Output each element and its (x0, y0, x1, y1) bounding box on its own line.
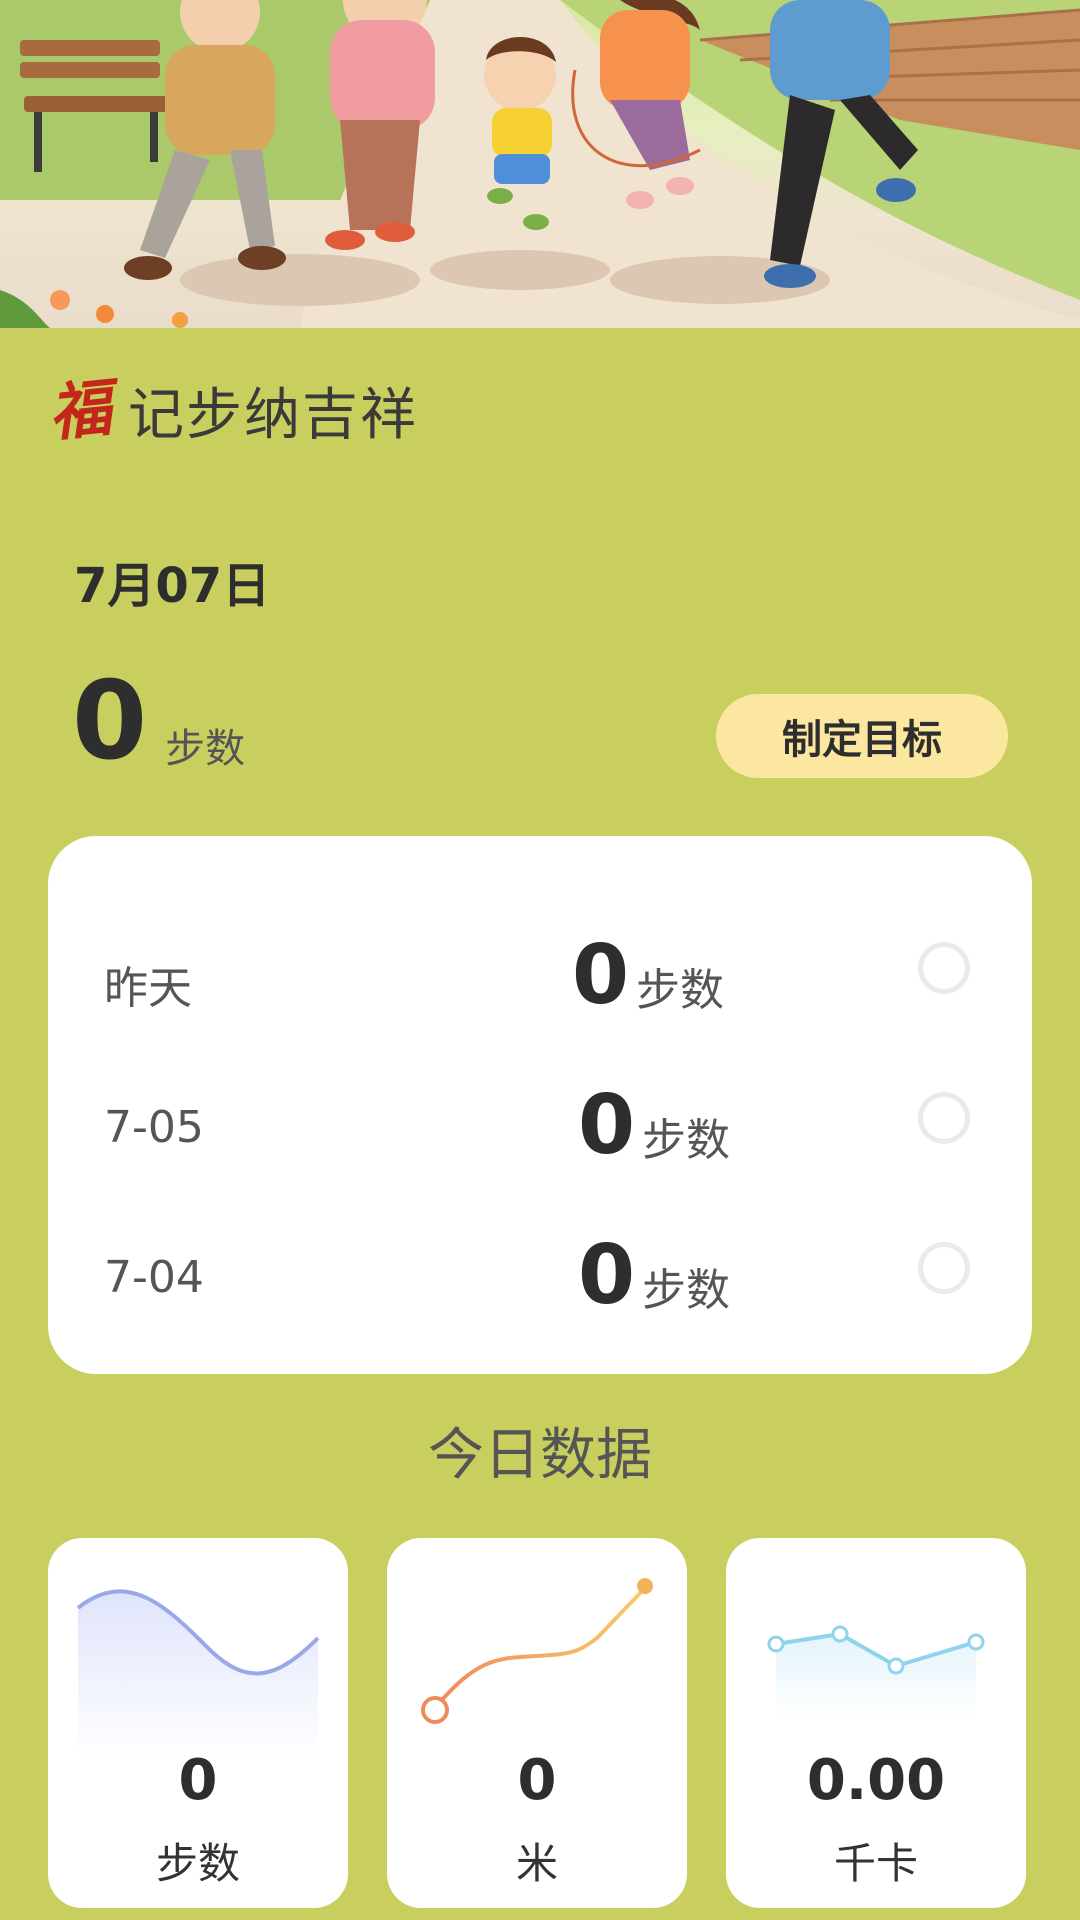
history-check-circle[interactable] (918, 1092, 970, 1144)
stat-value: 0 (517, 1748, 557, 1813)
app-title: 记步纳吉祥 (128, 383, 418, 448)
today-steps: 0 步数 (72, 659, 246, 784)
history-steps: 0 (572, 928, 630, 1023)
fu-logo: 福 (45, 370, 115, 450)
app-header: 福 记步纳吉祥 (45, 370, 418, 451)
stat-unit: 米 (515, 1839, 558, 1888)
today-steps-value: 0 (72, 659, 148, 784)
history-date: 昨天 (104, 963, 192, 1014)
section-title: 今日数据 (428, 1423, 652, 1488)
today-steps-unit: 步数 (165, 726, 246, 772)
history-unit: 步数 (642, 1265, 730, 1316)
hero-illustration (0, 0, 1080, 328)
history-steps: 0 (578, 1228, 636, 1323)
history-row[interactable]: 7-05 0 步数 (48, 1068, 1032, 1188)
calories-stat-card[interactable]: 0.00 千卡 (726, 1538, 1026, 1908)
set-goal-button[interactable]: 制定目标 (716, 694, 1008, 778)
history-unit: 步数 (642, 1115, 730, 1166)
steps-stat-card[interactable]: 0 步数 (48, 1538, 348, 1908)
stat-unit: 千卡 (833, 1839, 918, 1888)
history-card: 昨天 0 步数 7-05 0 步数 7-04 0 步数 (48, 836, 1032, 1374)
distance-stat-card[interactable]: 0 米 (387, 1538, 687, 1908)
today-date: 7月07日 (74, 558, 271, 614)
history-row[interactable]: 7-04 0 步数 (48, 1218, 1032, 1338)
history-steps: 0 (578, 1078, 636, 1173)
stat-value: 0.00 (806, 1748, 946, 1813)
stat-value: 0 (178, 1748, 218, 1813)
history-date: 7-04 (104, 1252, 204, 1303)
history-date: 7-05 (104, 1102, 204, 1153)
history-check-circle[interactable] (918, 1242, 970, 1294)
history-row[interactable]: 昨天 0 步数 (48, 918, 1032, 1038)
history-check-circle[interactable] (918, 942, 970, 994)
history-unit: 步数 (636, 965, 724, 1016)
stat-unit: 步数 (155, 1839, 240, 1888)
